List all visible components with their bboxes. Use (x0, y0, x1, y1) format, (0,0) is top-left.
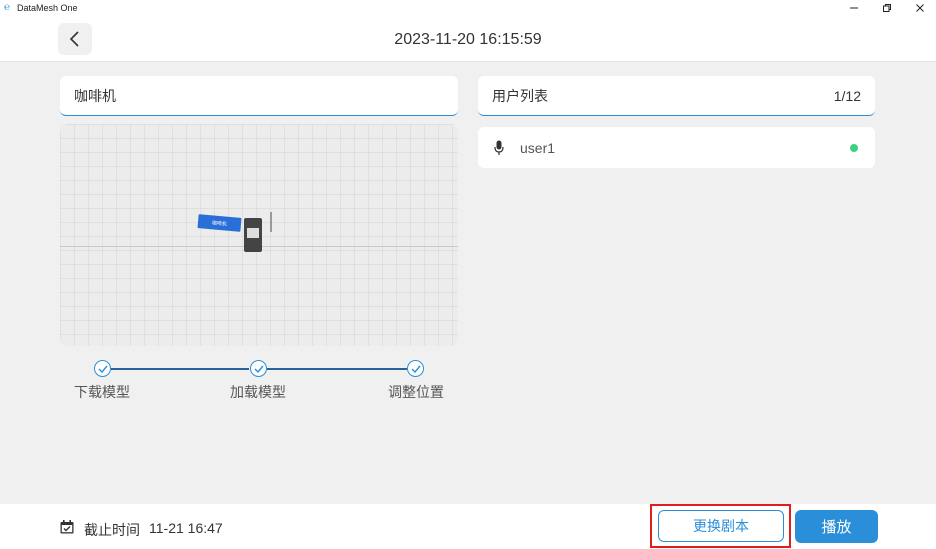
model-3d-viewport[interactable]: 咖啡机 (60, 124, 458, 346)
page-header: 2023-11-20 16:15:59 (0, 15, 936, 62)
close-icon (915, 3, 924, 12)
window-titlebar: ℮ DataMesh One (0, 0, 936, 15)
step-check-icon (250, 360, 267, 377)
online-status-dot (850, 144, 858, 152)
step-check-icon (94, 360, 111, 377)
restore-icon (882, 3, 891, 12)
model-name-field: 咖啡机 (60, 76, 458, 116)
microphone-icon (494, 140, 504, 156)
step-check-icon (407, 360, 424, 377)
change-script-button[interactable]: 更换剧本 (658, 510, 784, 542)
deadline-label: 截止时间 (84, 522, 140, 538)
user-list-header: 用户列表 1/12 (478, 76, 875, 116)
user-count: 1/12 (833, 87, 861, 104)
model-pole (270, 212, 272, 232)
session-datetime: 2023-11-20 16:15:59 (394, 31, 542, 48)
minimize-button[interactable] (837, 0, 870, 15)
restore-button[interactable] (870, 0, 903, 15)
app-title: DataMesh One (17, 2, 78, 13)
app-logo-icon: ℮ (4, 1, 11, 13)
coffee-machine-model[interactable] (244, 218, 262, 252)
minimize-icon (849, 7, 858, 8)
step-connector (267, 368, 407, 370)
load-progress-steps: 下载模型 加载模型 调整位置 (60, 360, 458, 402)
step-connector (111, 368, 249, 370)
window-controls (837, 0, 936, 15)
step-label-download: 下载模型 (74, 384, 130, 400)
play-button[interactable]: 播放 (795, 510, 878, 543)
deadline-value: 11-21 16:47 (149, 520, 223, 536)
user-list-item[interactable]: user1 (478, 127, 875, 168)
step-label-adjust: 调整位置 (388, 384, 444, 400)
user-list-title: 用户列表 (492, 87, 548, 104)
user-name: user1 (520, 139, 556, 156)
model-3d-label: 咖啡机 (197, 214, 242, 232)
close-button[interactable] (903, 0, 936, 15)
step-label-load: 加载模型 (230, 384, 286, 400)
calendar-icon (60, 520, 74, 534)
